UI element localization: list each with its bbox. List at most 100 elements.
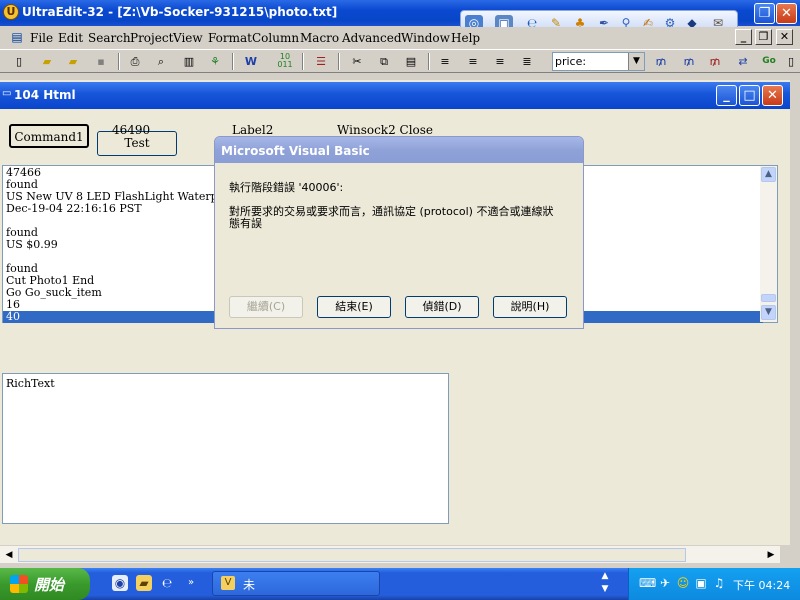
scroll-right-icon[interactable]: ▶ (764, 548, 778, 562)
menu-help[interactable]: Help (451, 31, 480, 45)
horizontal-scrollbar[interactable]: ◀ ▶ (0, 545, 780, 563)
close-window-button[interactable]: ✕ (776, 3, 797, 24)
open-folder-icon[interactable]: ▰ (38, 53, 56, 70)
help-button[interactable]: 說明(H) (493, 296, 567, 318)
list-item[interactable]: Dec-19-04 22:16:16 PST (6, 203, 142, 215)
menu-edit[interactable]: Edit (58, 31, 83, 45)
smiley-icon[interactable]: ☺ (675, 575, 691, 591)
taskbar-scroll-icon[interactable]: ▲ ▼ (598, 570, 612, 598)
paste-icon[interactable]: ▤ (402, 53, 420, 70)
vb-task-icon: V (221, 576, 235, 590)
find-combo-value: price: (555, 55, 587, 68)
align-left-icon[interactable]: ≡ (436, 53, 454, 70)
cut-icon[interactable]: ✂ (348, 53, 366, 70)
goto-icon[interactable]: Go (760, 53, 778, 70)
binary-icon[interactable]: 10 011 (276, 53, 294, 70)
save-icon[interactable]: ▪ (92, 53, 110, 70)
debug-button[interactable]: 偵錯(D) (405, 296, 479, 318)
toolbar-separator (232, 53, 234, 70)
app-title: UltraEdit-32 - [Z:\Vb-Socker-931215\phot… (22, 5, 338, 19)
toolbar: ▯ ▰ ▰ ▪ ⎙ ⌕ ▥ ⚘ W 10 011 ☰ ✂ ⧉ ▤ ≡ ≡ ≡ ≣ … (0, 49, 800, 73)
open-recent-icon[interactable]: ▰ (64, 53, 82, 70)
form-close-button[interactable]: ✕ (762, 85, 783, 106)
input-method-icon[interactable]: ⌨ (639, 575, 656, 591)
list-scrollbar[interactable]: ▲ ▼ (760, 166, 777, 322)
menu-column[interactable]: Column (252, 31, 299, 45)
list-item[interactable]: US $0.99 (6, 239, 58, 251)
menu-bar: ▤ File Edit Search Project View Format C… (0, 27, 800, 49)
menu-view[interactable]: View (173, 31, 203, 45)
vb-form-title: 104 Html (14, 88, 76, 102)
clock[interactable]: 下午 04:24 (733, 577, 790, 593)
form-maximize-button[interactable]: □ (739, 85, 760, 106)
error-message-line2: 態有誤 (229, 217, 262, 230)
taskbar-task[interactable]: V 未 (212, 571, 380, 596)
word-wrap-icon[interactable]: W (242, 53, 260, 70)
mdi-close-button[interactable]: ✕ (776, 29, 793, 45)
find-icon[interactable]: ₥ (652, 53, 670, 70)
toolbar-separator (302, 53, 304, 70)
number-label: 46490 (112, 123, 151, 137)
label2: Label2 (232, 123, 274, 137)
new-file-icon[interactable]: ▯ (10, 53, 28, 70)
end-button[interactable]: 結束(E) (317, 296, 391, 318)
folder-icon[interactable]: ▰ (136, 575, 152, 591)
menu-format[interactable]: Format (208, 31, 252, 45)
taskbar: 開始 ◉ ▰ ℮ » V 未 ▲ ▼ ⌨ ✈ ☺ ▣ ♫ 下午 04:24 (0, 568, 800, 600)
menu-macro[interactable]: Macro (300, 31, 339, 45)
scroll-left-icon[interactable]: ◀ (2, 548, 16, 562)
print-preview-icon[interactable]: ⌕ (152, 53, 170, 70)
menu-advanced[interactable]: Advanced (342, 31, 402, 45)
ie-icon[interactable]: ℮ (159, 575, 175, 591)
menu-file[interactable]: File (30, 31, 53, 45)
start-button[interactable]: 開始 (0, 568, 90, 600)
scroll-up-icon[interactable]: ▲ (761, 167, 776, 182)
toolbar-separator (428, 53, 430, 70)
task-label: 未 (243, 578, 256, 592)
tree-icon[interactable]: ⚘ (206, 53, 224, 70)
list-item[interactable]: Go Go_suck_item (6, 287, 102, 299)
continue-button[interactable]: 繼續(C) (229, 296, 303, 318)
chevron-down-icon[interactable]: ▼ (628, 53, 644, 70)
menu-search[interactable]: Search (88, 31, 131, 45)
list-icon[interactable]: ☰ (312, 53, 330, 70)
copy-icon[interactable]: ⧉ (375, 53, 393, 70)
chevron-right-icon[interactable]: » (183, 575, 199, 591)
menu-window[interactable]: Window (401, 31, 450, 45)
volume-icon[interactable]: ♫ (711, 575, 727, 591)
system-tray: ⌨ ✈ ☺ ▣ ♫ 下午 04:24 (628, 568, 800, 600)
error-dialog: Microsoft Visual Basic 執行階段錯誤 '40006': 對… (214, 136, 584, 329)
network-tray-icon[interactable]: ▣ (693, 575, 709, 591)
align-center-icon[interactable]: ≡ (464, 53, 482, 70)
richtext-box[interactable]: RichText (2, 373, 449, 524)
horizontal-scroll-thumb[interactable] (18, 548, 686, 562)
form-icon: ▭ (2, 88, 12, 99)
vb-form-title-bar: 104 Html _ □ ✕ (0, 82, 790, 109)
more-icon[interactable]: ▯ (784, 53, 798, 70)
winsock-status-label: Winsock2 Close (337, 123, 434, 137)
richtext-content: RichText (6, 377, 55, 390)
window-edge (790, 74, 800, 562)
ultraedit-icon[interactable]: U (3, 4, 19, 20)
mdi-restore-button[interactable]: ❐ (755, 29, 772, 45)
plane-icon[interactable]: ✈ (657, 575, 673, 591)
form-minimize-button[interactable]: _ (716, 85, 737, 106)
command1-button[interactable]: Command1 (9, 124, 89, 148)
mdi-minimize-button[interactable]: _ (735, 29, 752, 45)
scroll-down-icon[interactable]: ▼ (761, 305, 776, 320)
document-icon[interactable]: ▤ (8, 29, 26, 45)
restore-window-button[interactable]: ❐ (754, 3, 775, 24)
find-combo[interactable]: price: ▼ (552, 52, 645, 71)
find-next-icon[interactable]: ₥ (680, 53, 698, 70)
print-icon[interactable]: ⎙ (126, 53, 144, 70)
align-right-icon[interactable]: ≡ (491, 53, 509, 70)
justify-icon[interactable]: ≣ (518, 53, 536, 70)
menu-project[interactable]: Project (130, 31, 173, 45)
replace-icon[interactable]: ⇄ (734, 53, 752, 70)
toolbar-separator (338, 53, 340, 70)
desktop-icon[interactable]: ◉ (112, 575, 128, 591)
toolbar-separator (118, 53, 120, 70)
scroll-thumb[interactable] (761, 294, 776, 302)
hex-icon[interactable]: ▥ (180, 53, 198, 70)
find-prev-icon[interactable]: ₥ (706, 53, 724, 70)
